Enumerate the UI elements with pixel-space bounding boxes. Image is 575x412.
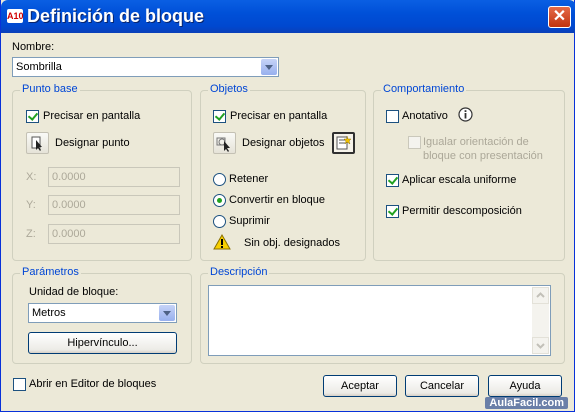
- scroll-up-button[interactable]: [532, 287, 549, 304]
- designar-punto-button[interactable]: [26, 132, 49, 154]
- designar-punto-label: Designar punto: [55, 137, 130, 149]
- anotativo-label: Anotativo: [402, 110, 448, 122]
- igualar-label-line1: Igualar orientación de: [423, 136, 529, 148]
- punto-base-precisar-checkbox[interactable]: [26, 110, 39, 123]
- suprimir-radio[interactable]: [213, 215, 226, 228]
- dialog-title: Definición de bloque: [27, 6, 205, 26]
- objetos-title: Objetos: [208, 83, 250, 95]
- designar-objetos-label: Designar objetos: [242, 137, 325, 149]
- warning-icon: [213, 234, 231, 250]
- abrir-editor-label: Abrir en Editor de bloques: [29, 378, 157, 390]
- pick-point-icon: [31, 136, 42, 151]
- designar-objetos-button[interactable]: [213, 132, 236, 154]
- convertir-radio[interactable]: [213, 194, 226, 207]
- hipervinculo-button[interactable]: Hipervínculo...: [28, 332, 177, 354]
- z-coordinate-field[interactable]: 0.0000: [48, 224, 180, 244]
- y-coordinate-field[interactable]: 0.0000: [48, 195, 180, 215]
- anotativo-checkbox[interactable]: [386, 110, 399, 123]
- chevron-down-icon[interactable]: [261, 59, 277, 75]
- block-name-value: Sombrilla: [16, 61, 62, 73]
- x-coordinate-field[interactable]: 0.0000: [48, 167, 180, 187]
- ayuda-button[interactable]: Ayuda: [488, 375, 562, 397]
- igualar-label-line2: bloque con presentación: [423, 150, 543, 162]
- objetos-precisar-label: Precisar en pantalla: [230, 110, 328, 122]
- x-label: X:: [26, 171, 37, 183]
- block-name-combobox[interactable]: Sombrilla: [12, 57, 279, 77]
- permitir-descomposicion-label: Permitir descomposición: [402, 205, 522, 217]
- parametros-title: Parámetros: [20, 266, 81, 278]
- retener-radio[interactable]: [213, 173, 226, 186]
- watermark: AulaFacil.com: [485, 397, 568, 409]
- punto-base-title: Punto base: [20, 83, 80, 95]
- unidad-bloque-value: Metros: [32, 307, 66, 319]
- abrir-editor-checkbox[interactable]: [13, 378, 26, 391]
- info-icon[interactable]: [458, 107, 473, 122]
- cancelar-button[interactable]: Cancelar: [405, 375, 479, 397]
- descripcion-textarea[interactable]: [208, 285, 551, 356]
- descripcion-scrollbar[interactable]: [532, 287, 549, 354]
- comportamiento-title: Comportamiento: [381, 83, 467, 95]
- punto-base-precisar-label: Precisar en pantalla: [43, 110, 141, 122]
- select-objects-icon: [216, 137, 230, 152]
- scroll-down-button[interactable]: [532, 337, 549, 354]
- objetos-precisar-checkbox[interactable]: [213, 110, 226, 123]
- quick-select-icon: [336, 135, 352, 150]
- escala-uniforme-checkbox[interactable]: [386, 174, 399, 187]
- y-label: Y:: [26, 199, 36, 211]
- retener-label: Retener: [229, 173, 269, 185]
- close-button[interactable]: ✕: [548, 6, 571, 28]
- escala-uniforme-label: Aplicar escala uniforme: [402, 174, 517, 186]
- convertir-label: Convertir en bloque: [229, 194, 326, 206]
- warning-text: Sin obj. designados: [244, 237, 341, 249]
- quick-select-button[interactable]: [332, 132, 355, 154]
- permitir-descomposicion-checkbox[interactable]: [386, 205, 399, 218]
- dialog-window: A10 Definición de bloque ✕ Nombre: Sombr…: [0, 0, 575, 412]
- autocad-app-icon: A10: [7, 9, 24, 23]
- igualar-orientacion-checkbox[interactable]: [408, 136, 421, 149]
- name-label: Nombre:: [12, 41, 55, 53]
- unidad-bloque-combobox[interactable]: Metros: [28, 303, 177, 323]
- chevron-down-icon[interactable]: [159, 305, 175, 321]
- aceptar-button[interactable]: Aceptar: [323, 375, 397, 397]
- z-label: Z:: [26, 228, 36, 240]
- suprimir-label: Suprimir: [229, 215, 270, 227]
- chevron-down-icon: [536, 343, 545, 349]
- unidad-bloque-label: Unidad de bloque:: [29, 286, 119, 298]
- title-bar[interactable]: A10 Definición de bloque ✕: [1, 0, 575, 33]
- descripcion-title: Descripción: [208, 266, 270, 278]
- chevron-up-icon: [536, 292, 545, 298]
